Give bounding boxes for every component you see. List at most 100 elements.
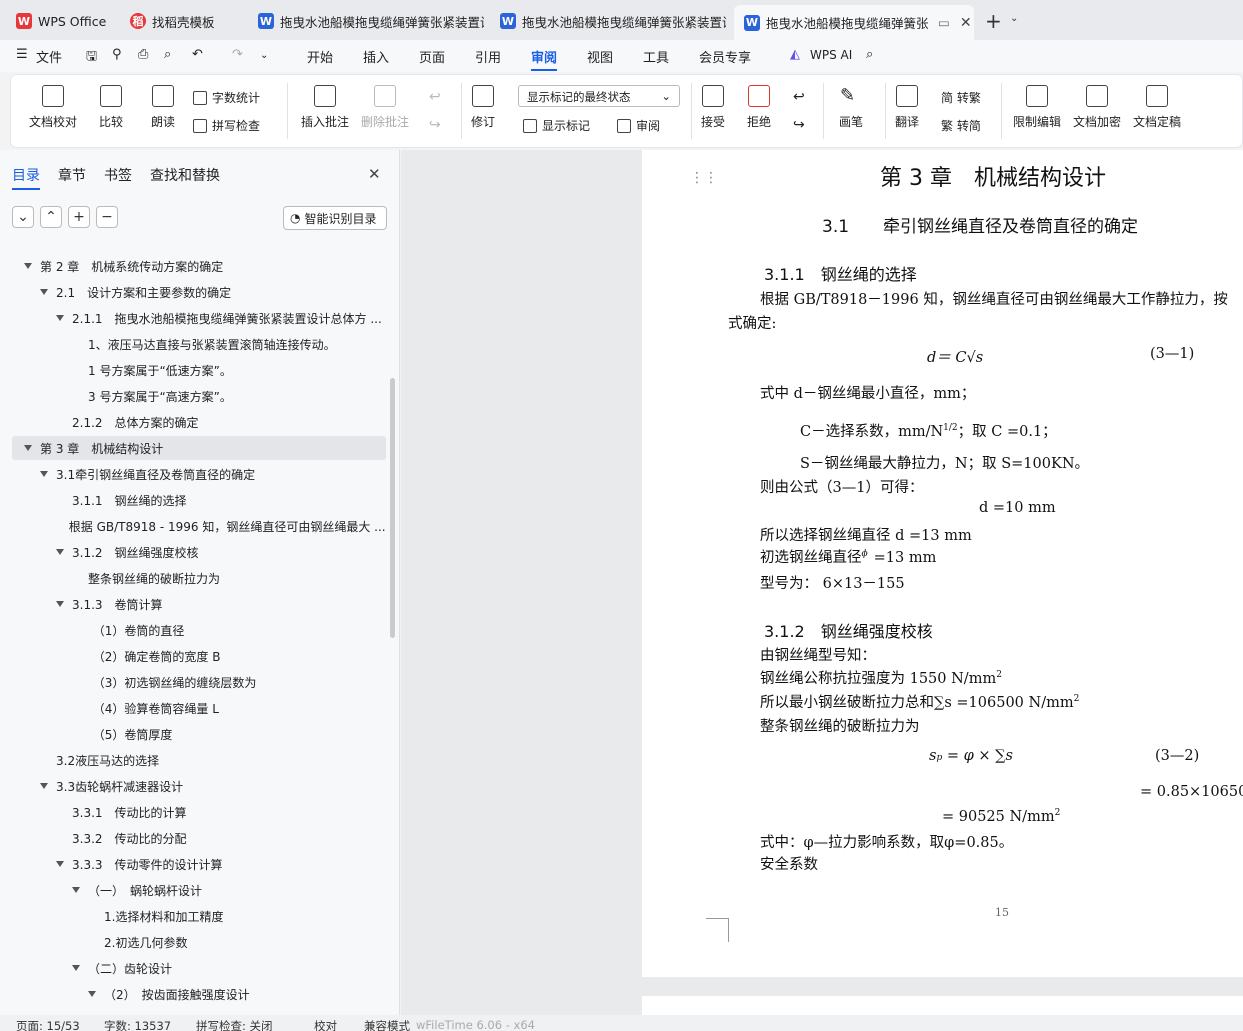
toc-item[interactable]: 3.1牵引钢丝绳直径及卷筒直径的确定 bbox=[12, 462, 386, 486]
accept-button[interactable]: 接受 bbox=[701, 85, 725, 130]
compare-button[interactable]: 比较 bbox=[99, 85, 123, 130]
expand-caret-icon[interactable] bbox=[40, 471, 48, 477]
menu-insert[interactable]: 插入 bbox=[363, 47, 389, 66]
markup-state-select[interactable]: 显示标记的最终状态 ⌄ bbox=[518, 85, 680, 107]
toc-item[interactable]: （4）验算卷筒容绳量 L bbox=[12, 696, 386, 720]
proofread-status[interactable]: 校对 bbox=[314, 1018, 337, 1031]
review-pane-button[interactable]: 审阅 bbox=[617, 117, 660, 134]
word-count-button[interactable]: 字数统计 bbox=[193, 89, 260, 106]
delete-comment-button[interactable]: 删除批注 bbox=[361, 85, 409, 130]
close-tab-icon[interactable]: ✕ bbox=[960, 15, 972, 31]
tab-find-replace[interactable]: 查找和替换 bbox=[150, 165, 220, 185]
expand-caret-icon[interactable] bbox=[56, 315, 64, 321]
toc-item[interactable]: （3）初选钢丝绳的缠绕层数为 bbox=[12, 670, 386, 694]
collapse-all-button[interactable]: ⌄ bbox=[12, 206, 34, 228]
toc-item[interactable]: 2.1 设计方案和主要参数的确定 bbox=[12, 280, 386, 304]
toc-item[interactable]: 1 号方案属于“低速方案”。 bbox=[12, 358, 386, 382]
insert-comment-button[interactable]: 插入批注 bbox=[301, 85, 349, 130]
toc-item[interactable]: 1.选择材料和加工精度 bbox=[12, 904, 386, 928]
search-icon[interactable]: ⌕ bbox=[866, 47, 873, 62]
pen-button[interactable]: ✎ 画笔 bbox=[839, 85, 863, 130]
word-count-indicator[interactable]: 字数: 13537 bbox=[104, 1018, 171, 1031]
restore-window-icon[interactable]: ▭ bbox=[938, 15, 950, 30]
to-traditional-button[interactable]: 简 转繁 bbox=[941, 89, 981, 106]
close-pane-icon[interactable]: ✕ bbox=[368, 165, 381, 183]
page-indicator[interactable]: 页面: 15/53 bbox=[16, 1018, 80, 1031]
print-icon[interactable]: ⎙ bbox=[138, 47, 148, 62]
expand-caret-icon[interactable] bbox=[40, 783, 48, 789]
print-preview-icon[interactable]: ⌕ bbox=[164, 47, 171, 62]
share-icon[interactable]: ⚲ bbox=[112, 47, 122, 62]
toc-item[interactable]: 第 2 章 机械系统传动方案的确定 bbox=[12, 254, 386, 278]
menu-tools[interactable]: 工具 bbox=[643, 47, 669, 66]
tab-document-2[interactable]: W 拖曳水池船模拖曳缆绳弹簧张紧装置设 bbox=[490, 6, 726, 36]
redo-icon[interactable]: ↷ bbox=[232, 47, 243, 62]
expand-caret-icon[interactable] bbox=[56, 861, 64, 867]
chevron-down-icon[interactable]: ⌄ bbox=[1010, 13, 1018, 24]
toc-item[interactable]: 3.2液压马达的选择 bbox=[12, 748, 386, 772]
to-simplified-button[interactable]: 繁 转简 bbox=[941, 117, 981, 134]
tab-document-1[interactable]: W 拖曳水池船模拖曳缆绳弹簧张紧装置设 bbox=[248, 6, 484, 36]
menu-membership[interactable]: 会员专享 bbox=[699, 47, 751, 66]
expand-caret-icon[interactable] bbox=[56, 549, 64, 555]
undo-icon[interactable]: ↶ bbox=[192, 47, 203, 62]
expand-caret-icon[interactable] bbox=[24, 445, 32, 451]
menu-page[interactable]: 页面 bbox=[419, 47, 445, 66]
remove-heading-button[interactable]: − bbox=[96, 206, 118, 228]
menu-references[interactable]: 引用 bbox=[475, 47, 501, 66]
toc-item[interactable]: 第 3 章 机械结构设计 bbox=[12, 436, 386, 460]
smart-toc-button[interactable]: ◔ 智能识别目录 bbox=[283, 206, 387, 230]
expand-caret-icon[interactable] bbox=[56, 601, 64, 607]
spell-check-button[interactable]: 拼写检查 bbox=[193, 117, 260, 134]
tab-docer-templates[interactable]: 稻 找稻壳模板 bbox=[120, 6, 244, 36]
drag-handle-icon[interactable]: ⋮⋮ bbox=[690, 170, 718, 186]
doc-check-button[interactable]: 文档校对 bbox=[29, 85, 77, 130]
toc-item[interactable]: （二）齿轮设计 bbox=[12, 956, 386, 980]
read-aloud-button[interactable]: 朗读 bbox=[151, 85, 175, 130]
new-tab-icon[interactable]: + bbox=[985, 9, 1002, 33]
chevron-down-icon[interactable]: ⌄ bbox=[260, 50, 268, 61]
encrypt-button[interactable]: 文档加密 bbox=[1073, 85, 1121, 130]
toc-item[interactable]: 3.3.1 传动比的计算 bbox=[12, 800, 386, 824]
reject-button[interactable]: 拒绝 bbox=[747, 85, 771, 130]
tab-document-active[interactable]: W 拖曳水池船模拖曳缆绳弹簧张 ▭ ✕ bbox=[734, 5, 974, 40]
toc-item[interactable]: 3.1.1 钢丝绳的选择 bbox=[12, 488, 386, 512]
save-icon[interactable]: 🖫 bbox=[86, 47, 97, 69]
add-heading-button[interactable]: + bbox=[68, 206, 90, 228]
toc-item[interactable]: （1）卷筒的直径 bbox=[12, 618, 386, 642]
toc-item[interactable]: 2.1.1 拖曳水池船模拖曳缆绳弹簧张紧装置设计总体方 ... bbox=[12, 306, 386, 330]
toc-item[interactable]: 2.1.2 总体方案的确定 bbox=[12, 410, 386, 434]
toc-item[interactable]: （2） 按齿面接触强度设计 bbox=[12, 982, 386, 1006]
menu-file[interactable]: 文件 bbox=[36, 47, 62, 66]
toc-scrollbar[interactable] bbox=[390, 378, 395, 638]
tab-wps-office[interactable]: W WPS Office bbox=[6, 6, 114, 36]
toc-item[interactable]: 3.3.3 传动零件的设计计算 bbox=[12, 852, 386, 876]
toc-item[interactable]: 1、液压马达直接与张紧装置滚筒轴连接传动。 bbox=[12, 332, 386, 356]
expand-caret-icon[interactable] bbox=[88, 991, 96, 997]
menu-home[interactable]: 开始 bbox=[307, 47, 333, 66]
expand-caret-icon[interactable] bbox=[72, 887, 80, 893]
hamburger-icon[interactable]: ☰ bbox=[16, 47, 28, 62]
toc-item[interactable]: （5）卷筒厚度 bbox=[12, 722, 386, 746]
next-change-icon[interactable]: ↪ bbox=[793, 117, 805, 133]
toc-item[interactable]: 3.1.2 钢丝绳强度校核 bbox=[12, 540, 386, 564]
show-markup-button[interactable]: 显示标记 bbox=[523, 117, 590, 134]
toc-item[interactable]: （2）确定卷筒的宽度 B bbox=[12, 644, 386, 668]
toc-item[interactable]: 3 号方案属于“高速方案”。 bbox=[12, 384, 386, 408]
toc-item[interactable]: 3.1.3 卷筒计算 bbox=[12, 592, 386, 616]
tab-chapters[interactable]: 章节 bbox=[58, 165, 86, 185]
menu-wps-ai[interactable]: WPS AI bbox=[810, 48, 852, 62]
tab-toc[interactable]: 目录 bbox=[12, 165, 40, 190]
toc-item[interactable]: 2.初选几何参数 bbox=[12, 930, 386, 954]
toc-item[interactable]: 3.3齿轮蜗杆减速器设计 bbox=[12, 774, 386, 798]
expand-up-button[interactable]: ⌃ bbox=[40, 206, 62, 228]
previous-change-icon[interactable]: ↩ bbox=[793, 89, 805, 105]
next-comment-icon[interactable]: ↪ bbox=[429, 117, 441, 133]
toc-item[interactable]: （一） 蜗轮蜗杆设计 bbox=[12, 878, 386, 902]
toc-item[interactable]: 整条钢丝绳的破断拉力为 bbox=[12, 566, 386, 590]
track-changes-button[interactable]: 修订 bbox=[471, 85, 495, 130]
toc-item[interactable]: 3.3.2 传动比的分配 bbox=[12, 826, 386, 850]
translate-button[interactable]: 翻译 bbox=[895, 85, 919, 130]
finalize-button[interactable]: 文档定稿 bbox=[1133, 85, 1181, 130]
toc-item[interactable]: 根据 GB/T8918 - 1996 知，钢丝绳直径可由钢丝绳最大 ... bbox=[12, 514, 386, 538]
